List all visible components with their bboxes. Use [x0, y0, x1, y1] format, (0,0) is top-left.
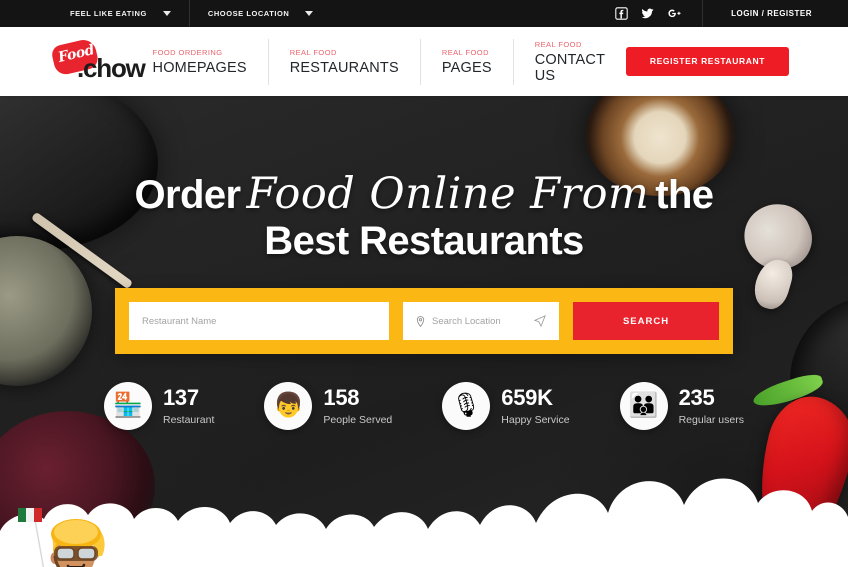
map-pin-icon — [416, 315, 425, 328]
stat-number: 137 — [163, 384, 199, 410]
hero-stats: 🏪 137 Restaurant 👦 158 People Served 🎙 6… — [104, 382, 744, 431]
nav-item-subtitle: REAL FOOD — [441, 47, 489, 57]
hero-headline-line-1: Order Food Online From the — [0, 172, 848, 217]
navigation-arrow-icon[interactable] — [533, 315, 546, 328]
stat-label: Happy Service — [501, 413, 570, 426]
nav-item-subtitle: REAL FOOD — [289, 47, 337, 57]
nav-item-restaurants[interactable]: REAL FOOD RESTAURANTS — [267, 38, 420, 85]
login-register-label: LOGIN / REGISTER — [731, 9, 812, 18]
stat-number: 235 — [678, 384, 715, 410]
stat-text-group: 659K Happy Service — [501, 384, 570, 426]
restaurant-name-field[interactable] — [129, 302, 389, 341]
stat-number: 659K — [501, 384, 553, 410]
nav-item-pages[interactable]: REAL FOOD PAGES — [419, 38, 513, 85]
support-agent-icon: 🎙 — [442, 382, 491, 431]
chevron-down-icon — [162, 11, 171, 16]
nav-item-contact-us[interactable]: REAL FOOD CONTACT US — [512, 38, 626, 85]
site-logo[interactable]: Food .chow — [50, 36, 146, 84]
stat-label: Restaurant — [163, 413, 215, 426]
chevron-down-icon — [305, 11, 314, 16]
topbar-menu-label: FEEL LIKE EATING — [70, 9, 147, 18]
top-utility-bar: FEEL LIKE EATING CHOOSE LOCATION LOGIN /… — [0, 0, 848, 27]
main-navigation: FOOD ORDERING HOMEPAGES REAL FOOD RESTAU… — [132, 38, 626, 85]
delivery-rider-illustration — [18, 508, 105, 567]
twitter-icon[interactable] — [641, 7, 654, 20]
stat-people-served: 👦 158 People Served — [264, 382, 393, 431]
stat-happy-service: 🎙 659K Happy Service — [442, 382, 570, 431]
stat-label: People Served — [323, 413, 393, 426]
nav-item-label: PAGES — [441, 59, 492, 76]
topbar-right-group: LOGIN / REGISTER — [615, 0, 820, 27]
stat-text-group: 137 Restaurant — [163, 384, 215, 426]
hero-search-bar: SEARCH — [115, 288, 733, 355]
nav-item-subtitle: REAL FOOD — [534, 39, 582, 49]
hero-headline-script: Food Online From — [246, 169, 650, 219]
nav-item-homepages[interactable]: FOOD ORDERING HOMEPAGES — [132, 39, 268, 85]
nav-item-label: HOMEPAGES — [152, 59, 247, 76]
search-button[interactable]: SEARCH — [573, 302, 719, 341]
google-plus-icon[interactable] — [667, 7, 681, 20]
logo-word-text: .chow — [77, 52, 146, 83]
stat-text-group: 158 People Served — [323, 384, 393, 426]
person-icon: 👦 — [264, 382, 313, 431]
register-restaurant-button[interactable]: REGISTER RESTAURANT — [625, 47, 789, 76]
stat-label: Regular users — [678, 413, 744, 426]
login-register-link[interactable]: LOGIN / REGISTER — [702, 0, 820, 27]
facebook-icon[interactable] — [615, 7, 628, 20]
stat-number: 158 — [323, 384, 360, 410]
hero-content: Order Food Online From the Best Restaurant… — [0, 172, 848, 431]
page-root: FEEL LIKE EATING CHOOSE LOCATION LOGIN /… — [0, 0, 848, 567]
social-links — [615, 0, 702, 27]
nav-item-label: RESTAURANTS — [289, 59, 399, 76]
search-location-input[interactable] — [432, 315, 527, 327]
nav-item-subtitle: FOOD ORDERING — [152, 47, 223, 57]
nav-item-label: CONTACT US — [534, 51, 605, 84]
hero-headline: Order Food Online From the Best Restaurant… — [0, 172, 848, 262]
storefront-icon: 🏪 — [104, 382, 152, 431]
stat-text-group: 235 Regular users — [678, 384, 744, 426]
stat-restaurant: 🏪 137 Restaurant — [104, 382, 215, 431]
restaurant-name-input[interactable] — [142, 315, 376, 327]
hero-headline-pre: Order — [134, 173, 242, 217]
site-header: Food .chow FOOD ORDERING HOMEPAGES REAL … — [0, 27, 848, 96]
topbar-menu-feel-like-eating[interactable]: FEEL LIKE EATING — [52, 0, 189, 27]
topbar-menu-group: FEEL LIKE EATING CHOOSE LOCATION — [52, 0, 331, 27]
organization-icon: 👪 — [619, 382, 668, 431]
search-location-field[interactable] — [403, 302, 559, 341]
hero-section: Order Food Online From the Best Restaurant… — [0, 96, 848, 567]
stat-regular-users: 👪 235 Regular users — [619, 382, 744, 431]
topbar-menu-choose-location[interactable]: CHOOSE LOCATION — [188, 0, 331, 27]
topbar-menu-label: CHOOSE LOCATION — [207, 9, 290, 18]
hero-headline-post: the — [655, 173, 714, 217]
hero-headline-line-2: Best Restaurants — [264, 218, 584, 263]
